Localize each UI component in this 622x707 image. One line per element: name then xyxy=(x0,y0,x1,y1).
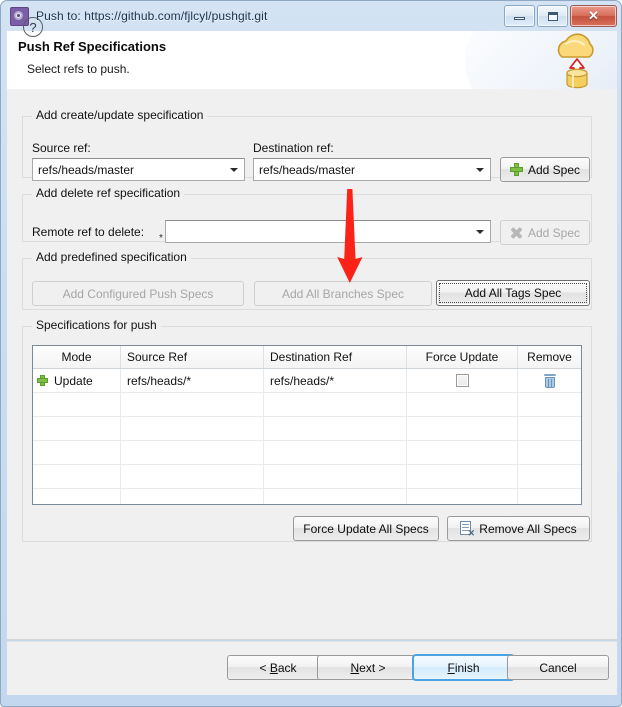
destination-ref-label: Destination ref: xyxy=(253,141,334,155)
close-icon: ✕ xyxy=(588,8,599,23)
table-row-empty[interactable] xyxy=(33,417,581,441)
maximize-button[interactable] xyxy=(537,5,568,27)
remove-all-specs-label: Remove All Specs xyxy=(479,521,577,536)
destination-ref-value: refs/heads/master xyxy=(259,162,356,177)
add-all-branches-spec-label: Add All Branches Spec xyxy=(281,286,405,301)
minimize-button[interactable] xyxy=(504,5,535,27)
table-row-empty[interactable] xyxy=(33,393,581,417)
cell-source-ref: refs/heads/* xyxy=(121,369,264,392)
back-button[interactable]: < Back xyxy=(227,655,329,680)
add-configured-push-specs-button[interactable]: Add Configured Push Specs xyxy=(32,281,244,306)
group-title-delete-ref: Add delete ref specification xyxy=(32,186,185,200)
maximize-icon xyxy=(548,12,558,21)
add-all-tags-spec-button[interactable]: Add All Tags Spec xyxy=(436,280,590,306)
add-spec-delete-button[interactable]: Add Spec xyxy=(500,220,590,245)
add-all-tags-spec-label: Add All Tags Spec xyxy=(464,286,562,300)
column-header-force-update[interactable]: Force Update xyxy=(407,346,518,368)
add-configured-push-specs-label: Add Configured Push Specs xyxy=(62,286,214,301)
finish-button[interactable]: Finish xyxy=(412,654,515,681)
back-button-label: < Back xyxy=(259,660,297,675)
cell-mode: Update xyxy=(33,369,121,392)
finish-button-label: Finish xyxy=(447,660,480,675)
source-ref-combo[interactable]: refs/heads/master xyxy=(32,158,245,181)
table-row-empty[interactable] xyxy=(33,489,581,504)
column-header-source-ref[interactable]: Source Ref xyxy=(121,346,264,368)
cloud-upload-database-icon xyxy=(557,33,594,89)
table-row-empty[interactable] xyxy=(33,441,581,465)
minimize-icon xyxy=(514,17,525,20)
title-bar: Push to: https://github.com/fjlcyl/pushg… xyxy=(1,1,621,31)
next-button-label: Next > xyxy=(350,660,386,675)
document-remove-icon: ✕ xyxy=(460,521,475,538)
help-icon[interactable]: ? xyxy=(23,17,43,37)
cell-mode-label: Update xyxy=(54,373,93,388)
source-ref-label: Source ref: xyxy=(32,141,91,155)
table-row-empty[interactable] xyxy=(33,465,581,489)
add-spec-create-label: Add Spec xyxy=(527,162,581,177)
group-title-specs: Specifications for push xyxy=(32,318,161,332)
grey-x-icon xyxy=(510,226,523,240)
source-ref-value: refs/heads/master xyxy=(38,162,135,177)
force-update-all-specs-button[interactable]: Force Update All Specs xyxy=(293,516,439,541)
window-title: Push to: https://github.com/fjlcyl/pushg… xyxy=(36,9,268,23)
cancel-button[interactable]: Cancel xyxy=(507,655,609,680)
chevron-down-icon[interactable] xyxy=(472,159,490,180)
table-row[interactable]: Update refs/heads/* refs/heads/* xyxy=(33,369,581,393)
wizard-header: Push Ref Specifications Select refs to p… xyxy=(7,31,617,90)
table-header-row: Mode Source Ref Destination Ref Force Up… xyxy=(33,346,581,369)
column-header-remove[interactable]: Remove xyxy=(518,346,581,368)
page-subtitle: Select refs to push. xyxy=(27,62,130,76)
add-spec-delete-label: Add Spec xyxy=(527,225,581,240)
column-header-destination-ref[interactable]: Destination Ref xyxy=(264,346,407,368)
window-controls: ✕ xyxy=(504,5,619,27)
column-header-mode[interactable]: Mode xyxy=(33,346,121,368)
force-update-all-specs-label: Force Update All Specs xyxy=(303,521,429,536)
specifications-table[interactable]: Mode Source Ref Destination Ref Force Up… xyxy=(32,345,582,505)
cell-remove[interactable] xyxy=(518,369,581,392)
remote-ref-to-delete-label: Remote ref to delete: xyxy=(32,225,145,239)
push-dialog-window: Push to: https://github.com/fjlcyl/pushg… xyxy=(0,0,622,707)
force-update-checkbox[interactable] xyxy=(455,374,469,387)
cancel-button-label: Cancel xyxy=(539,660,577,675)
add-all-branches-spec-button[interactable]: Add All Branches Spec xyxy=(254,281,432,306)
trash-icon[interactable] xyxy=(543,373,556,388)
green-plus-icon xyxy=(37,375,48,386)
chevron-down-icon[interactable] xyxy=(472,221,490,242)
cell-force-update[interactable] xyxy=(407,369,518,392)
cell-destination-ref: refs/heads/* xyxy=(264,369,407,392)
page-title: Push Ref Specifications xyxy=(18,39,167,54)
add-spec-create-button[interactable]: Add Spec xyxy=(500,157,590,182)
chevron-down-icon[interactable] xyxy=(226,159,244,180)
next-button[interactable]: Next > xyxy=(317,655,419,680)
required-marker: * xyxy=(159,233,163,244)
remote-ref-to-delete-combo[interactable] xyxy=(165,220,491,243)
destination-ref-combo[interactable]: refs/heads/master xyxy=(253,158,491,181)
green-plus-icon xyxy=(509,163,523,176)
group-title-create-update: Add create/update specification xyxy=(32,108,208,122)
close-button[interactable]: ✕ xyxy=(570,5,617,27)
remove-all-specs-button[interactable]: ✕ Remove All Specs xyxy=(447,516,590,541)
group-title-predefined: Add predefined specification xyxy=(32,250,191,264)
